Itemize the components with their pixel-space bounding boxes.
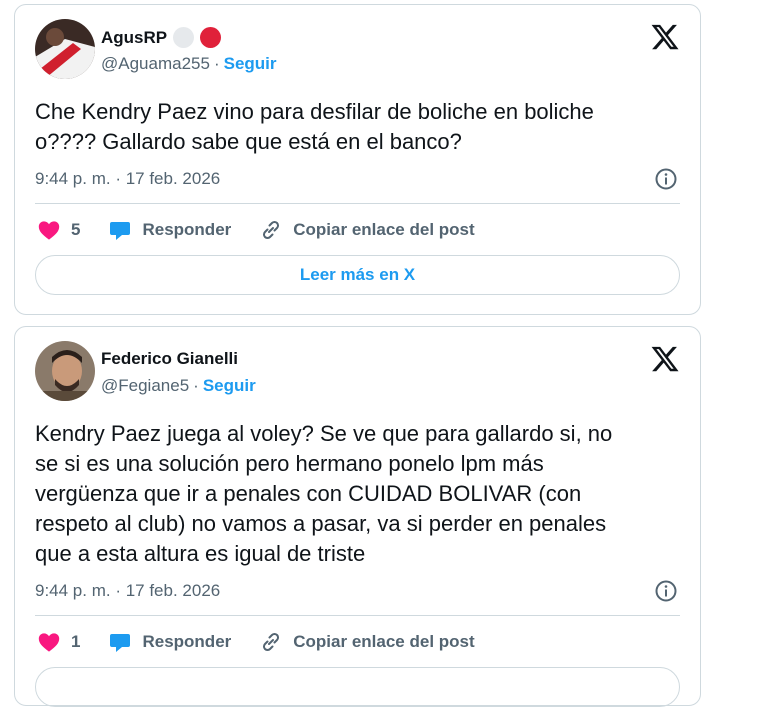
reply-button[interactable]: Responder xyxy=(108,630,231,654)
display-name[interactable]: AgusRP xyxy=(101,28,167,48)
tweet-text: Kendry Paez juega al voley? Se ve que pa… xyxy=(35,421,613,566)
reply-bubble-icon xyxy=(110,222,131,240)
heart-icon xyxy=(38,221,60,240)
like-button[interactable]: 5 xyxy=(37,218,80,242)
avatar[interactable] xyxy=(35,341,95,401)
read-more-button[interactable] xyxy=(35,667,680,707)
copy-link-label: Copiar enlace del post xyxy=(293,220,475,239)
reply-label: Responder xyxy=(142,632,232,651)
white-circle-emoji-icon xyxy=(173,27,195,48)
link-icon xyxy=(263,632,280,652)
avatar[interactable] xyxy=(35,19,95,79)
copy-link-button[interactable]: Copiar enlace del post xyxy=(259,218,475,242)
separator-dot: · xyxy=(193,376,199,395)
divider xyxy=(35,615,680,616)
link-icon xyxy=(263,220,280,240)
user-handle[interactable]: @Fegiane5 xyxy=(101,376,189,395)
reply-button[interactable]: Responder xyxy=(108,218,231,242)
x-logo-icon[interactable] xyxy=(650,344,680,374)
like-button[interactable]: 1 xyxy=(37,630,80,654)
read-more-button[interactable]: Leer más en X xyxy=(35,255,680,295)
follow-button[interactable]: Seguir xyxy=(203,376,256,395)
red-circle-emoji-icon xyxy=(200,27,222,48)
copy-link-button[interactable]: Copiar enlace del post xyxy=(259,630,475,654)
timestamp[interactable]: 9:44 p. m. · 17 feb. 2026 xyxy=(35,581,220,601)
timestamp[interactable]: 9:44 p. m. · 17 feb. 2026 xyxy=(35,169,220,189)
copy-link-label: Copiar enlace del post xyxy=(293,632,475,651)
display-name[interactable]: Federico Gianelli xyxy=(101,349,238,369)
like-count: 1 xyxy=(71,632,81,651)
reply-bubble-icon xyxy=(110,634,131,652)
separator-dot: · xyxy=(213,54,220,73)
follow-button[interactable]: Seguir xyxy=(224,54,277,73)
tweet-card: AgusRP @Aguama255 · Seguir Che Kendry Paez… xyxy=(14,4,701,315)
heart-icon xyxy=(38,633,60,652)
info-icon[interactable] xyxy=(654,167,678,191)
tweet-card: Federico Gianelli @Fegiane5 · Seguir Kendr… xyxy=(14,326,701,707)
info-icon[interactable] xyxy=(654,579,678,603)
like-count: 5 xyxy=(71,220,81,239)
user-handle[interactable]: @Aguama255 xyxy=(101,54,210,73)
divider xyxy=(35,203,680,204)
tweet-text: Che Kendry Paez vino para desfilar de bo… xyxy=(35,99,594,154)
reply-label: Responder xyxy=(142,220,232,239)
x-logo-icon[interactable] xyxy=(650,22,680,52)
